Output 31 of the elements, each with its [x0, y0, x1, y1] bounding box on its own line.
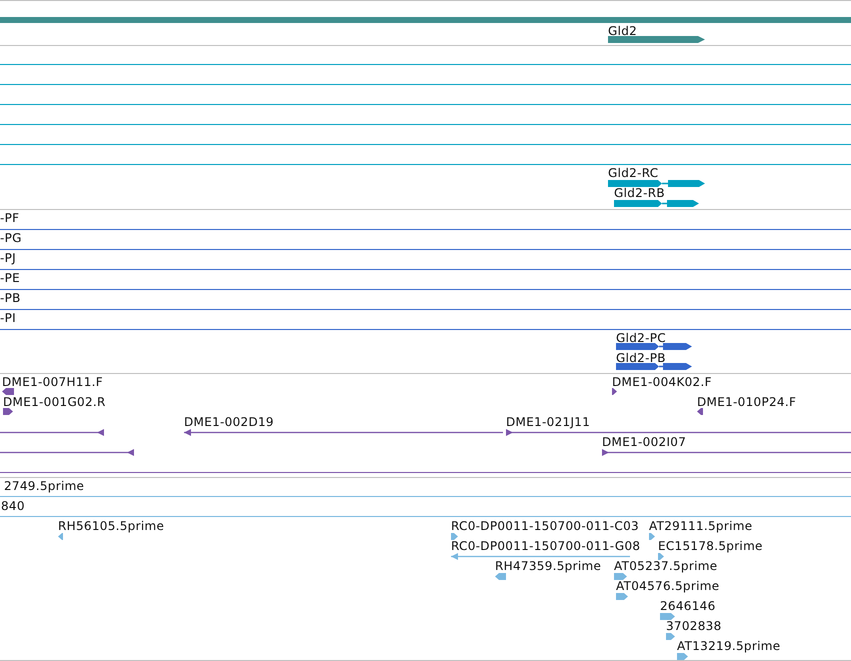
feature-label: -PJ [0, 251, 16, 265]
feature-label: AT04576.5prime [616, 579, 720, 593]
feature-label: EC15178.5prime [658, 539, 763, 553]
feature-label: 840 [1, 499, 25, 513]
feature-label: AT05237.5prime [614, 559, 718, 573]
feature-label: Gld2-RC [608, 166, 658, 180]
feature-label: Gld2 [608, 24, 638, 38]
feature-label: 2646146 [660, 599, 716, 613]
feature-label: DME1-021J11 [506, 415, 590, 429]
feature-label: AT29111.5prime [649, 519, 752, 533]
feature-label: RC0-DP0011-150700-011-C03 [451, 519, 639, 533]
feature-label: RC0-DP0011-150700-011-G08 [451, 539, 640, 553]
feature-label: -PI [0, 311, 16, 325]
feature-label: AT13219.5prime [677, 639, 780, 653]
feature-label: 2749.5prime [4, 479, 84, 493]
feature-label: DME1-010P24.F [697, 395, 796, 409]
feature-label: DME1-002D19 [184, 415, 274, 429]
feature-label: DME1-007H11.F [2, 375, 103, 389]
feature-label: Gld2-PB [616, 351, 666, 365]
feature-label: DME1-002I07 [602, 435, 686, 449]
feature-label: 3702838 [666, 619, 722, 633]
feature-label: -PG [0, 231, 22, 245]
feature-label: -PB [0, 291, 21, 305]
feature-label: DME1-001G02.R [3, 395, 106, 409]
feature-label: -PE [0, 271, 20, 285]
feature-label: -PF [0, 211, 20, 225]
feature-label: RH47359.5prime [495, 559, 602, 573]
feature-label: Gld2-PC [616, 331, 666, 345]
feature-label: Gld2-RB [614, 186, 665, 200]
feature-label: DME1-004K02.F [612, 375, 712, 389]
feature-label: RH56105.5prime [58, 519, 164, 533]
